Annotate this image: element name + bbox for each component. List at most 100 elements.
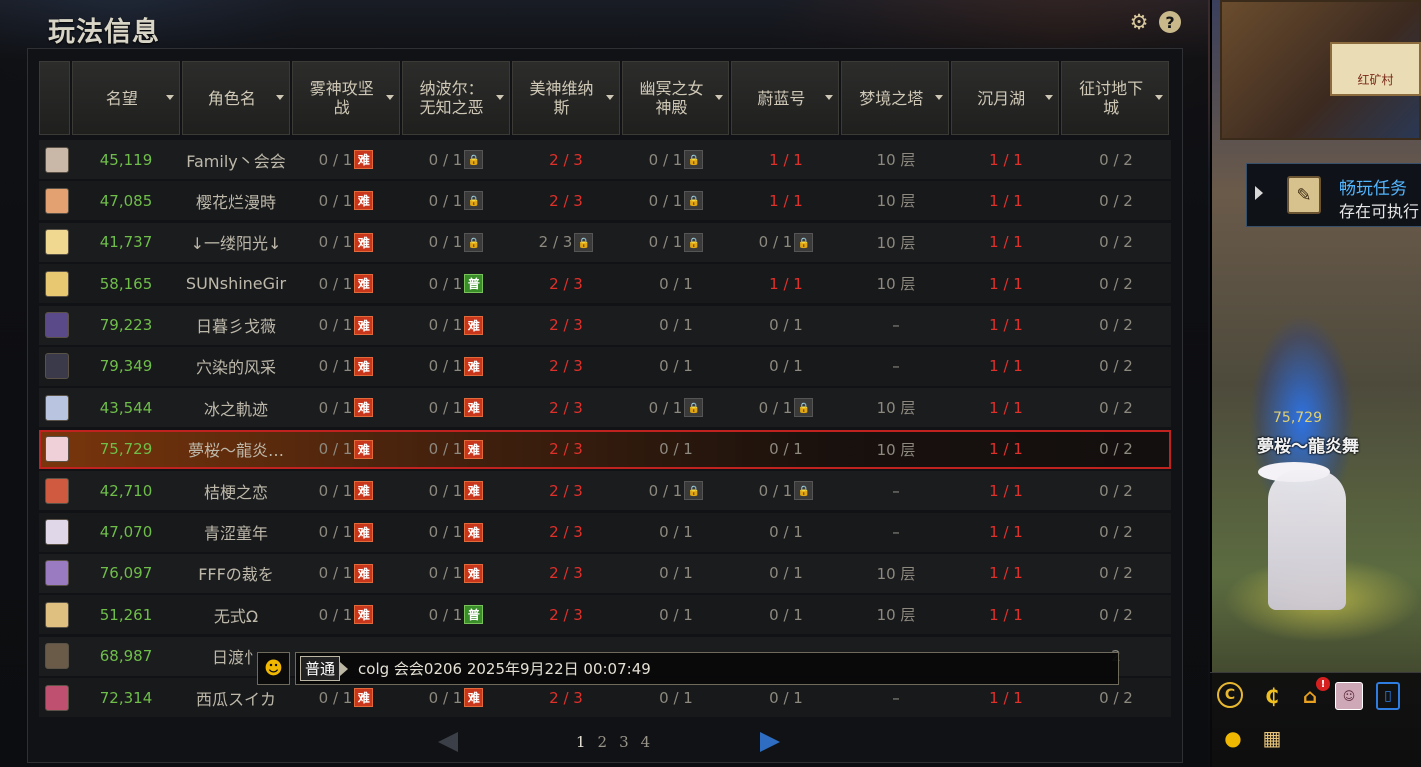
progress-cell-c6: 0 / 1: [621, 306, 731, 345]
column-header-5[interactable]: 幽冥之女神殿: [621, 61, 730, 135]
progress-cell-c3-text: 0 / 1: [318, 233, 353, 252]
character-name-cell-text: 无式Ω: [213, 606, 259, 626]
avatar-cell: [39, 513, 71, 552]
column-header-7[interactable]: 梦境之塔: [841, 61, 950, 135]
table-row[interactable]: 41,737 ↓一缕阳光↓ 0 / 1难0 / 1 🔒 2 / 3 🔒 0 / 1 🔒 0 / …: [39, 222, 1171, 262]
moon-lake-cell: 1 / 1: [951, 347, 1061, 386]
sort-dropdown-icon[interactable]: [1045, 95, 1054, 100]
progress-cell-c6-text: 0 / 1: [648, 150, 683, 169]
column-header-8[interactable]: 沉月湖: [951, 61, 1060, 135]
table-row[interactable]: 58,165 SUNshineGir 0 / 1难0 / 1普2 / 30 / 11…: [39, 264, 1171, 304]
character-name-cell: SUNshineGir: [181, 264, 291, 303]
progress-cell-c6-text: 0 / 1: [648, 233, 683, 252]
progress-cell-c3: 0 / 1难: [291, 595, 401, 634]
progress-cell-c7: 0 / 1 🔒: [731, 388, 841, 427]
column-header-0[interactable]: 名望: [71, 61, 180, 135]
dungeon-cell: 0 / 2: [1061, 513, 1171, 552]
next-page-icon[interactable]: [760, 732, 781, 752]
progress-cell-c3-text: 0 / 1: [318, 605, 353, 624]
column-header-4[interactable]: 美神维纳斯: [511, 61, 620, 135]
column-header-6[interactable]: 蔚蓝号: [731, 61, 840, 135]
progress-cell-c5: 2 / 3: [511, 264, 621, 303]
sort-dropdown-icon[interactable]: [495, 95, 504, 100]
moon-lake-cell: 1 / 1: [951, 223, 1061, 262]
dungeon-cell: 0 / 2: [1061, 388, 1171, 427]
character-name-cell-text: 青涩童年: [203, 524, 268, 544]
sort-dropdown-icon[interactable]: [605, 95, 614, 100]
sort-dropdown-icon[interactable]: [275, 95, 284, 100]
book-icon[interactable]: ▦: [1258, 724, 1286, 752]
moon-lake-cell: 1 / 1: [951, 306, 1061, 345]
page-1[interactable]: 1: [576, 733, 586, 751]
progress-cell-c5-text: 2 / 3: [549, 191, 583, 210]
table-row[interactable]: 51,261 无式Ω 0 / 1难0 / 1普2 / 30 / 10 / 1 10 层…: [39, 595, 1171, 635]
tower-floor-cell-text: 10 层: [876, 564, 916, 583]
progress-cell-c3-text: 0 / 1: [318, 440, 353, 459]
table-row[interactable]: 75,729 夢桜～龍炎… 0 / 1难0 / 1难2 / 30 / 10 / 11…: [39, 429, 1171, 469]
quest-notice[interactable]: ✎ 畅玩任务 存在可执行: [1246, 163, 1421, 227]
table-row[interactable]: 47,070 青涩童年 0 / 1难0 / 1难2 / 30 / 10 / 1–1 …: [39, 512, 1171, 552]
page-2[interactable]: 2: [598, 733, 608, 751]
tower-floor-cell-text: –: [892, 357, 900, 376]
coin-icon[interactable]: C: [1217, 682, 1243, 708]
column-header-1[interactable]: 角色名: [181, 61, 290, 135]
collapse-arrow-icon[interactable]: [1255, 186, 1263, 200]
avatar-cell: [39, 388, 71, 427]
character-sprite[interactable]: [1268, 470, 1346, 610]
location-pin-icon[interactable]: ●: [1219, 724, 1247, 752]
table-row[interactable]: 45,119 Family丶会会 0 / 1难0 / 1 🔒 2 / 30 / 1 🔒 1 …: [39, 140, 1171, 179]
dungeon-cell-text: 0 / 2: [1099, 274, 1133, 293]
notification-badge: !: [1316, 677, 1330, 691]
table-row[interactable]: 47,085 樱花烂漫時 0 / 1难0 / 1 🔒 2 / 30 / 1 🔒 1 / 11…: [39, 181, 1171, 221]
avatar-icon[interactable]: ☺: [1335, 682, 1363, 710]
sort-dropdown-icon[interactable]: [935, 95, 944, 100]
table-row[interactable]: 76,097 FFFの裁を 0 / 1难0 / 1难2 / 30 / 10 / 11…: [39, 553, 1171, 593]
progress-cell-c4: 0 / 1难: [401, 306, 511, 345]
table-row[interactable]: 79,223 日暮彡戈薇 0 / 1难0 / 1难2 / 30 / 10 / 1–1…: [39, 305, 1171, 345]
dungeon-cell: 0 / 2: [1061, 223, 1171, 262]
table-row[interactable]: 42,710 桔梗之恋 0 / 1难0 / 1难2 / 30 / 1 🔒 0 / 1 🔒 –…: [39, 471, 1171, 511]
moon-lake-cell: 1 / 1: [951, 595, 1061, 634]
chat-channel-badge[interactable]: 普通: [300, 656, 341, 681]
lock-icon: 🔒: [684, 398, 704, 418]
moon-lake-cell: 1 / 1: [951, 264, 1061, 303]
progress-cell-c4: 0 / 1普: [401, 264, 511, 303]
hard-badge: 难: [354, 356, 374, 376]
column-header-9[interactable]: 征讨地下城: [1061, 61, 1170, 135]
fame-cell-text: 75,729: [99, 440, 153, 459]
table-row[interactable]: 43,544 冰之軌迹 0 / 1难0 / 1难2 / 30 / 1 🔒 0 / 1 🔒 1…: [39, 388, 1171, 428]
progress-cell-c4: 0 / 1 🔒: [401, 181, 511, 220]
gear-icon[interactable]: ⚙: [1128, 10, 1150, 34]
page-3[interactable]: 3: [619, 733, 629, 751]
table-header: 名望 角色名 雾神攻坚战 纳波尔：无知之恶 美神维纳斯 幽冥之女神殿 蔚蓝号 梦境之塔 沉月湖 征…: [39, 61, 1171, 137]
progress-cell-c7: 0 / 1 🔒: [731, 471, 841, 510]
table-row[interactable]: 79,349 穴染的风采 0 / 1难0 / 1难2 / 30 / 10 / 1–1…: [39, 346, 1171, 386]
chat-smiley-icon[interactable]: ☻: [257, 652, 290, 685]
character-name-cell-text: 日暮彡戈薇: [195, 317, 276, 337]
prev-page-icon[interactable]: [438, 732, 458, 752]
dungeon-cell: 0 / 2: [1061, 595, 1171, 634]
sort-dropdown-icon[interactable]: [825, 95, 834, 100]
moon-lake-cell-text: 1 / 1: [989, 440, 1023, 459]
door-icon[interactable]: ▯: [1376, 682, 1400, 710]
progress-cell-c7-text: 0 / 1: [769, 605, 803, 624]
page-4[interactable]: 4: [641, 733, 651, 751]
help-icon[interactable]: ?: [1159, 11, 1181, 33]
sort-dropdown-icon[interactable]: [385, 95, 394, 100]
sort-dropdown-icon[interactable]: [715, 95, 724, 100]
sort-dropdown-icon[interactable]: [1155, 95, 1164, 100]
moon-lake-cell: 1 / 1: [951, 513, 1061, 552]
lock-icon: 🔒: [684, 191, 704, 211]
dungeon-cell: 0 / 2: [1061, 181, 1171, 220]
dungeon-cell-text: 0 / 2: [1099, 233, 1133, 252]
tower-floor-cell: –: [841, 306, 951, 345]
character-name-cell-text: 日渡忄: [211, 648, 260, 668]
cera-icon[interactable]: ₵: [1258, 682, 1286, 710]
column-header-2[interactable]: 雾神攻坚战: [291, 61, 400, 135]
progress-cell-c3-text: 0 / 1: [318, 150, 353, 169]
progress-cell-c5: 2 / 3: [511, 388, 621, 427]
sort-dropdown-icon[interactable]: [165, 95, 174, 100]
tower-floor-cell: 10 层: [841, 388, 951, 427]
progress-cell-c5: 2 / 3: [511, 140, 621, 179]
column-header-3[interactable]: 纳波尔：无知之恶: [401, 61, 510, 135]
